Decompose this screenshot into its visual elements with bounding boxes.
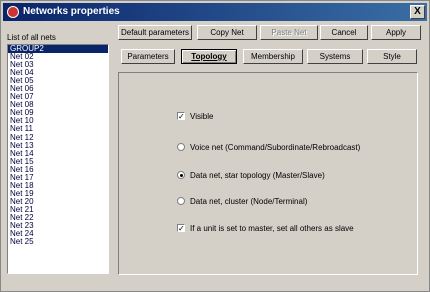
app-icon — [7, 6, 19, 18]
voice-net-radio[interactable] — [177, 143, 185, 151]
list-item[interactable]: Net 25 — [8, 238, 108, 246]
checkmark-icon: ✓ — [178, 224, 185, 233]
default-parameters-button[interactable]: Default parameters — [118, 25, 192, 40]
tab-membership[interactable]: Membership — [243, 49, 303, 64]
master-slave-label: If a unit is set to master, set all othe… — [190, 224, 354, 233]
nets-list-label: List of all nets — [7, 33, 56, 42]
tab-systems[interactable]: Systems — [307, 49, 363, 64]
cancel-button[interactable]: Cancel — [320, 25, 368, 40]
close-icon: X — [414, 6, 421, 17]
radio-selected-dot — [180, 174, 183, 177]
tab-style[interactable]: Style — [367, 49, 417, 64]
checkmark-icon: ✓ — [178, 112, 185, 121]
visible-label: Visible — [190, 112, 214, 121]
visible-checkbox[interactable]: ✓ — [177, 112, 185, 121]
data-cluster-label: Data net, cluster (Node/Terminal) — [190, 197, 308, 206]
data-cluster-radio[interactable] — [177, 197, 185, 205]
networks-properties-window: Networks properties X List of all nets G… — [0, 0, 430, 292]
data-star-label: Data net, star topology (Master/Slave) — [190, 171, 325, 180]
apply-button[interactable]: Apply — [371, 25, 421, 40]
voice-net-label: Voice net (Command/Subordinate/Rebroadca… — [190, 143, 361, 152]
tab-topology-label: Topology — [191, 52, 227, 61]
window-title: Networks properties — [23, 6, 120, 17]
master-slave-checkbox[interactable]: ✓ — [177, 224, 185, 233]
nets-list[interactable]: GROUP2 Net 02 Net 03 Net 04 Net 05 Net 06 Net … — [7, 44, 109, 274]
paste-net-button[interactable]: Paste Net — [260, 25, 318, 40]
copy-net-button[interactable]: Copy Net — [197, 25, 257, 40]
title-bar: Networks properties X — [3, 3, 427, 21]
topology-panel: ✓ Visible Voice net (Command/Subordinate… — [118, 72, 418, 275]
tab-parameters[interactable]: Parameters — [121, 49, 175, 64]
tab-topology[interactable]: Topology — [181, 49, 237, 64]
close-button[interactable]: X — [410, 5, 425, 19]
data-star-radio[interactable] — [177, 171, 185, 179]
